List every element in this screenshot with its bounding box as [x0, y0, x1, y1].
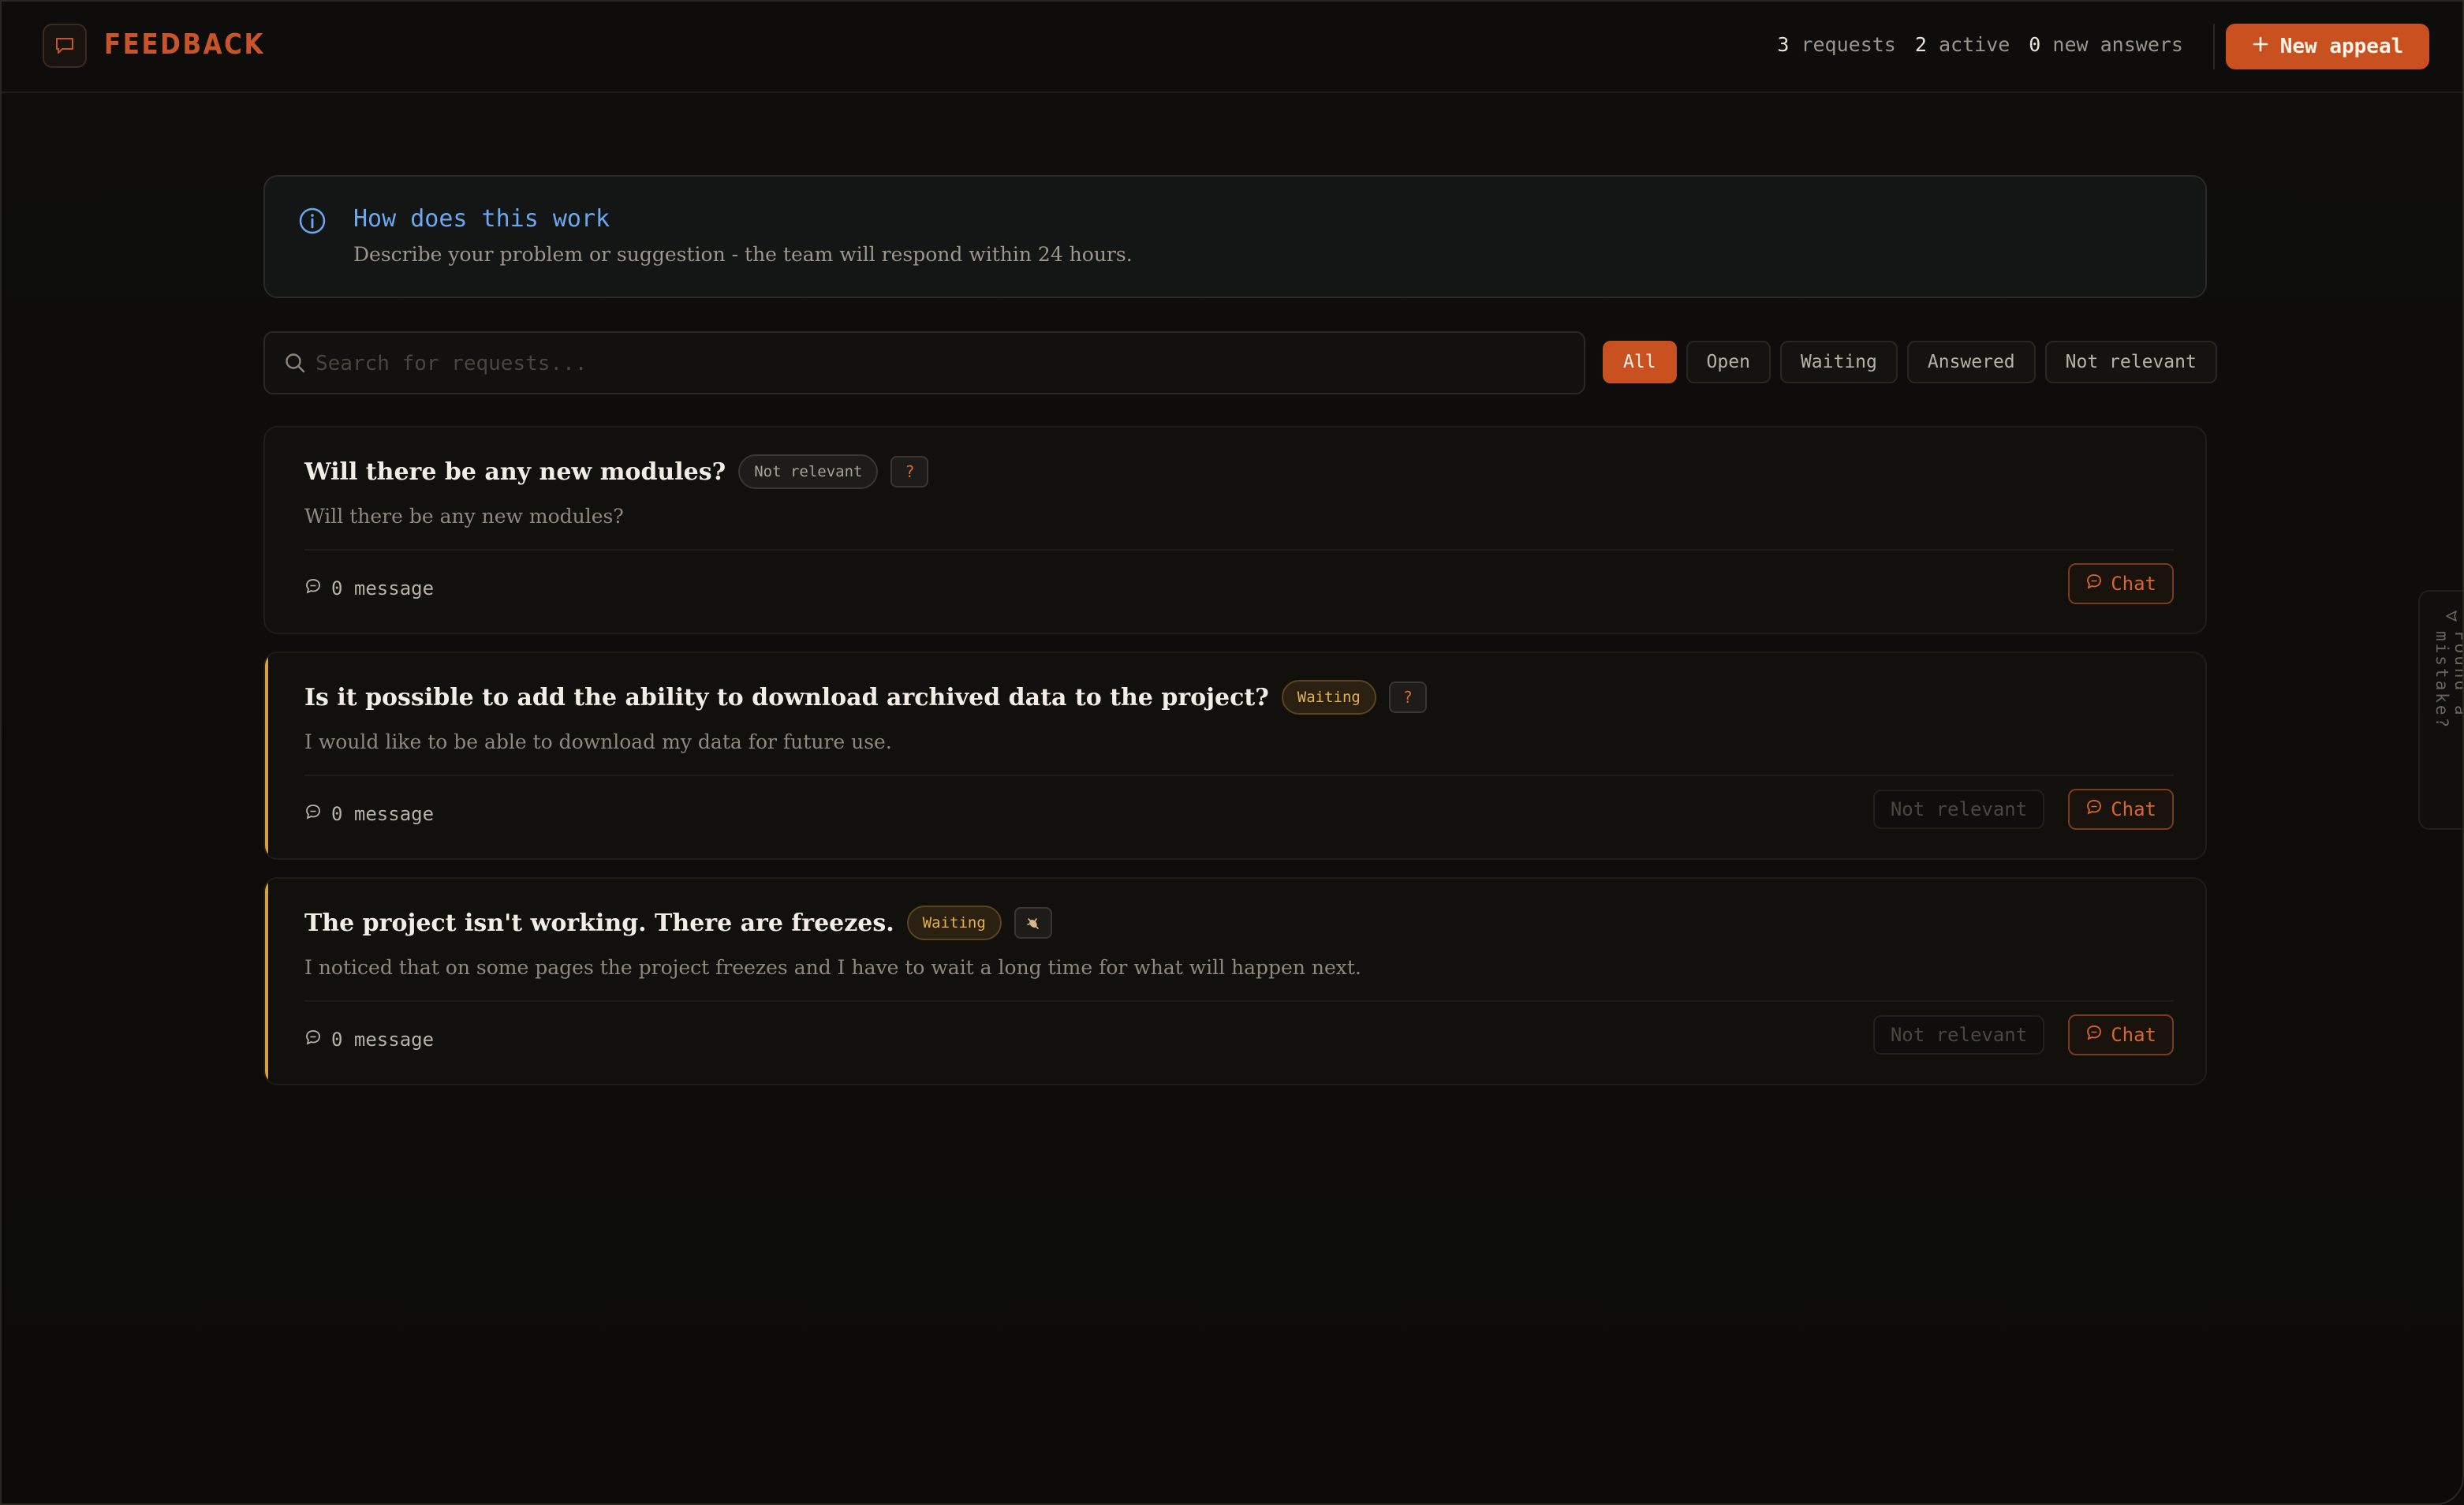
app-frame: FEEDBACK 3 requests 2 active 0 new answe… — [0, 0, 2464, 1505]
card-description: I would like to be able to download my d… — [304, 730, 892, 753]
chat-bubble-logo-icon — [43, 24, 87, 68]
active-count: 2 — [1914, 33, 1927, 56]
flag-icon — [2442, 609, 2461, 623]
new-answers-stat: 0 new answers — [2029, 33, 2183, 56]
status-filters: All Open Waiting Answered Not relevant — [1603, 341, 2217, 383]
search-box — [263, 331, 1585, 394]
filter-waiting[interactable]: Waiting — [1779, 341, 1898, 383]
message-count: 0 message — [304, 803, 434, 825]
card-header: Is it possible to add the ability to dow… — [304, 680, 1427, 715]
card-description: I noticed that on some pages the project… — [304, 956, 1361, 979]
active-stat: 2 active — [1915, 33, 2010, 56]
bug-icon — [1014, 907, 1052, 939]
card-title: Will there be any new modules? — [304, 457, 726, 486]
requests-label: requests — [1801, 33, 1896, 56]
message-count-label: 0 message — [331, 577, 435, 599]
card-header: Will there be any new modules? Not relev… — [304, 454, 929, 489]
chat-button[interactable]: Chat — [2068, 789, 2174, 830]
status-badge: Not relevant — [738, 454, 879, 489]
message-icon — [304, 803, 322, 825]
header-divider — [2213, 24, 2215, 69]
search-icon — [284, 352, 306, 377]
new-answers-count: 0 — [2029, 33, 2041, 56]
requests-stat: 3 requests — [1777, 33, 1896, 56]
chat-label: Chat — [2111, 798, 2156, 820]
info-text: Describe your problem or suggestion - th… — [353, 243, 1133, 266]
report-mistake-tab[interactable]: Found a mistake? — [2418, 590, 2462, 830]
request-card[interactable]: Will there be any new modules? Not relev… — [263, 426, 2207, 634]
category-tag: ? — [1388, 682, 1427, 713]
message-count: 0 message — [304, 1029, 434, 1051]
mark-not-relevant-button[interactable]: Not relevant — [1872, 1015, 2045, 1055]
chat-icon — [2085, 573, 2103, 595]
requests-count: 3 — [1777, 33, 1790, 56]
status-badge: Waiting — [1281, 680, 1376, 715]
chat-label: Chat — [2111, 1024, 2156, 1046]
message-icon — [304, 577, 322, 599]
chat-label: Chat — [2111, 573, 2156, 595]
card-divider — [304, 775, 2174, 776]
card-title: Is it possible to add the ability to dow… — [304, 683, 1269, 711]
info-title: How does this work — [353, 205, 610, 233]
card-actions: Not relevant Chat — [1872, 789, 2174, 830]
chat-icon — [2085, 1024, 2103, 1046]
filter-all[interactable]: All — [1603, 341, 1677, 383]
message-count-label: 0 message — [331, 1029, 435, 1051]
card-divider — [304, 1000, 2174, 1002]
request-card[interactable]: The project isn't working. There are fre… — [263, 877, 2207, 1085]
chat-button[interactable]: Chat — [2068, 1014, 2174, 1055]
message-count: 0 message — [304, 577, 434, 599]
report-mistake-content: Found a mistake? — [2432, 609, 2464, 828]
info-icon — [298, 207, 327, 238]
plus-icon — [2252, 35, 2269, 58]
report-mistake-label: Found a mistake? — [2432, 631, 2464, 730]
status-badge: Waiting — [906, 906, 1002, 940]
new-appeal-button[interactable]: New appeal — [2226, 24, 2429, 69]
new-answers-label: new answers — [2052, 33, 2183, 56]
active-label: active — [1938, 33, 2010, 56]
card-actions: Chat — [2068, 563, 2174, 604]
mark-not-relevant-button[interactable]: Not relevant — [1872, 790, 2045, 829]
search-input[interactable] — [314, 341, 1563, 387]
new-appeal-label: New appeal — [2279, 35, 2404, 58]
card-header: The project isn't working. There are fre… — [304, 906, 1052, 940]
category-tag: ? — [890, 456, 929, 487]
filter-open[interactable]: Open — [1686, 341, 1771, 383]
card-title: The project isn't working. There are fre… — [304, 909, 894, 937]
card-description: Will there be any new modules? — [304, 505, 624, 528]
request-card[interactable]: Is it possible to add the ability to dow… — [263, 652, 2207, 860]
app-logo-text: FEEDBACK — [104, 28, 266, 61]
top-bar: FEEDBACK 3 requests 2 active 0 new answe… — [2, 2, 2462, 93]
filter-not-relevant[interactable]: Not relevant — [2044, 341, 2217, 383]
message-icon — [304, 1029, 322, 1051]
message-count-label: 0 message — [331, 803, 435, 825]
chat-button[interactable]: Chat — [2068, 563, 2174, 604]
filter-answered[interactable]: Answered — [1906, 341, 2036, 383]
card-divider — [304, 549, 2174, 551]
chat-icon — [2085, 798, 2103, 820]
how-it-works-panel: How does this work Describe your problem… — [263, 175, 2207, 298]
header-stats: 3 requests 2 active 0 new answers — [1777, 33, 2183, 56]
card-actions: Not relevant Chat — [1872, 1014, 2174, 1055]
